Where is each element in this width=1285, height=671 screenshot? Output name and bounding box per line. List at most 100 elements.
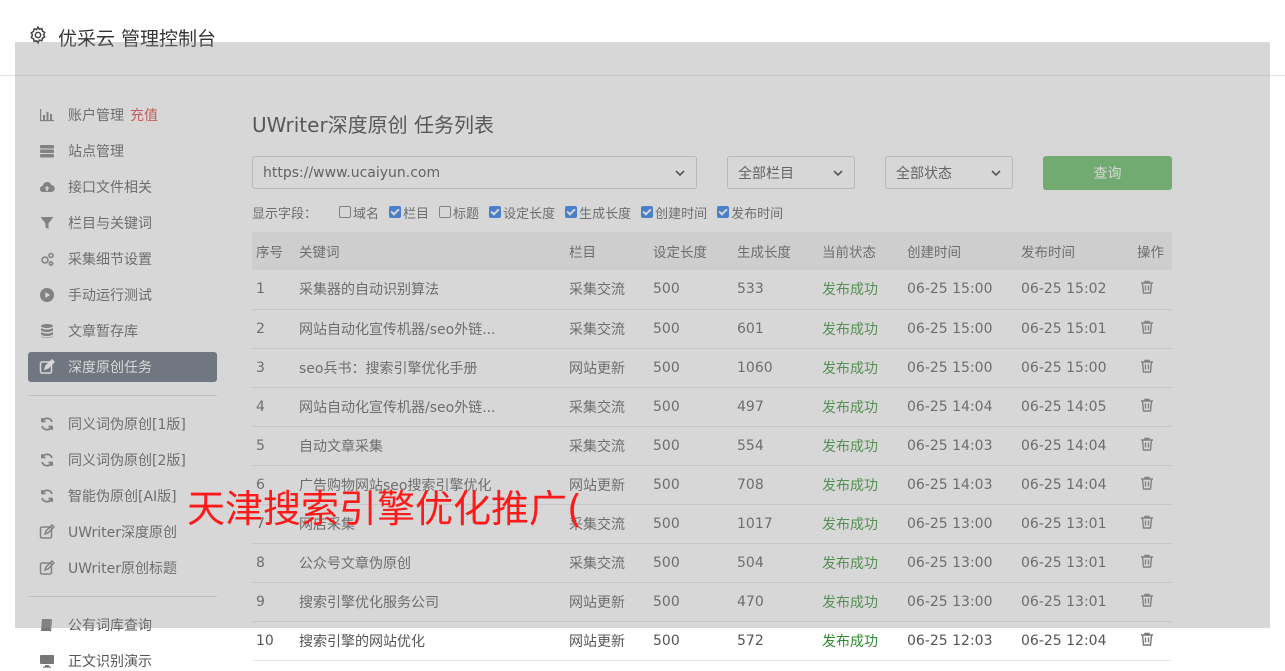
table-cell-published: 06-25 13:01 xyxy=(1021,515,1107,532)
table-cell-column: 采集交流 xyxy=(569,438,625,455)
app-title: 优采云 管理控制台 xyxy=(58,28,217,50)
recharge-link[interactable]: 充值 xyxy=(130,105,158,125)
status-select-value: 全部状态 xyxy=(896,165,952,182)
table-cell-status: 发布成功 xyxy=(822,360,878,377)
column-header: 发布时间 xyxy=(1021,245,1075,261)
checkbox[interactable] xyxy=(641,206,654,218)
checkbox[interactable] xyxy=(717,206,730,218)
sidebar-item-collect-settings[interactable]: 采集细节设置 xyxy=(28,244,217,274)
sidebar-item-text-recognition[interactable]: 正文识别演示 xyxy=(28,646,217,671)
table-cell-gen: 601 xyxy=(737,320,764,337)
sidebar-item-columns-keywords[interactable]: 栏目与关键词 xyxy=(28,208,217,238)
sidebar-item-public-lexicon[interactable]: 公有词库查询 xyxy=(28,610,217,640)
field-checkbox-created[interactable]: 创建时间 xyxy=(641,203,707,222)
table-cell-set: 500 xyxy=(653,437,680,454)
checkbox[interactable] xyxy=(489,206,502,218)
table-cell-published: 06-25 14:04 xyxy=(1021,476,1107,493)
table-cell-gen: 470 xyxy=(737,593,764,610)
status-select[interactable]: 全部状态 xyxy=(885,156,1013,189)
sidebar-item-synonym-v1[interactable]: 同义词伪原创[1版] xyxy=(28,409,217,439)
checkbox[interactable] xyxy=(439,206,452,218)
checkbox[interactable] xyxy=(339,206,352,218)
field-checkbox-column[interactable]: 栏目 xyxy=(389,203,429,222)
trash-icon[interactable] xyxy=(1139,397,1155,413)
table-row: 3 seo兵书：搜索引擎优化手册 网站更新 500 1060 发布成功 06-25 15:0… xyxy=(252,348,1172,387)
trash-icon[interactable] xyxy=(1139,553,1155,569)
sidebar-item-label: 栏目与关键词 xyxy=(68,216,152,232)
field-checkbox-gen-length[interactable]: 生成长度 xyxy=(565,203,631,222)
checkbox[interactable] xyxy=(565,206,578,218)
sidebar-item-label: 正文识别演示 xyxy=(68,654,152,670)
table-cell-column: 网站更新 xyxy=(569,360,625,377)
database-icon xyxy=(38,322,56,340)
sidebar-item-article-storage[interactable]: 文章暂存库 xyxy=(28,316,217,346)
table-cell-gen: 1060 xyxy=(737,359,773,376)
checkbox-label: 栏目 xyxy=(403,206,430,222)
book-icon xyxy=(38,616,56,634)
site-select[interactable]: https://www.ucaiyun.com xyxy=(252,156,697,189)
field-checkbox-set-length[interactable]: 设定长度 xyxy=(489,203,555,222)
table-cell-keyword: 搜索引擎优化服务公司 xyxy=(299,594,439,611)
sidebar-item-sites[interactable]: 站点管理 xyxy=(28,136,217,166)
sidebar-item-synonym-v2[interactable]: 同义词伪原创[2版] xyxy=(28,445,217,475)
table-cell-column: 采集交流 xyxy=(569,282,625,299)
table-cell-status: 发布成功 xyxy=(822,438,878,455)
table-cell-created: 06-25 15:00 xyxy=(907,359,993,376)
sidebar-item-uwriter-title[interactable]: UWriter原创标题 xyxy=(28,553,217,583)
table-cell-created: 06-25 14:03 xyxy=(907,476,993,493)
sidebar-item-label: 深度原创任务 xyxy=(68,360,152,376)
bar-chart-icon xyxy=(38,106,56,124)
sidebar-item-interface-files[interactable]: 接口文件相关 xyxy=(28,172,217,202)
table-cell-no: 2 xyxy=(256,320,265,337)
sidebar: 账户管理 充值 站点管理 接口文件相关 栏目与关键词 采集细节设置 手动运行测试… xyxy=(0,77,236,671)
trash-icon[interactable] xyxy=(1139,279,1155,295)
trash-icon[interactable] xyxy=(1139,514,1155,530)
query-button[interactable]: 查询 xyxy=(1043,156,1172,190)
display-fields: 显示字段： 域名 栏目 标题 设定长度 生成长度 创建时间 发布时间 xyxy=(252,202,793,222)
field-checkbox-title[interactable]: 标题 xyxy=(439,203,479,222)
trash-icon[interactable] xyxy=(1139,631,1155,647)
table-cell-status: 发布成功 xyxy=(822,594,878,611)
table-cell-gen: 1017 xyxy=(737,515,773,532)
checkbox[interactable] xyxy=(389,206,402,218)
edit-icon xyxy=(38,559,56,577)
table-row: 5 自动文章采集 采集交流 500 554 发布成功 06-25 14:03 06-25 14… xyxy=(252,426,1172,465)
refresh-icon xyxy=(38,451,56,469)
field-checkbox-domain[interactable]: 域名 xyxy=(339,203,379,222)
table-cell-keyword: 采集器的自动识别算法 xyxy=(299,282,439,299)
field-checkbox-published[interactable]: 发布时间 xyxy=(717,203,783,222)
sidebar-item-account[interactable]: 账户管理 充值 xyxy=(28,100,217,130)
gears-icon xyxy=(38,250,56,268)
page-title: UWriter深度原创 任务列表 xyxy=(252,113,495,137)
table-cell-created: 06-25 13:00 xyxy=(907,593,993,610)
trash-icon[interactable] xyxy=(1139,436,1155,452)
edit-icon xyxy=(38,523,56,541)
sidebar-item-deep-original-tasks[interactable]: 深度原创任务 xyxy=(28,352,217,382)
table-row: 1 采集器的自动识别算法 采集交流 500 533 发布成功 06-25 15:00 06-2… xyxy=(252,270,1172,309)
table-cell-created: 06-25 14:03 xyxy=(907,437,993,454)
trash-icon[interactable] xyxy=(1139,358,1155,374)
column-header: 设定长度 xyxy=(653,245,707,261)
sidebar-item-manual-test[interactable]: 手动运行测试 xyxy=(28,280,217,310)
column-header: 创建时间 xyxy=(907,245,961,261)
trash-icon[interactable] xyxy=(1139,319,1155,335)
table-cell-gen: 554 xyxy=(737,437,764,454)
refresh-icon xyxy=(38,415,56,433)
table-cell-actions xyxy=(1137,270,1172,309)
table-row: 9 搜索引擎优化服务公司 网站更新 500 470 发布成功 06-25 13:00 06-2… xyxy=(252,582,1172,621)
chevron-down-icon xyxy=(991,170,1001,177)
cloud-upload-icon xyxy=(38,178,56,196)
table-cell-set: 500 xyxy=(653,320,680,337)
table-cell-set: 500 xyxy=(653,554,680,571)
column-select[interactable]: 全部栏目 xyxy=(727,156,855,189)
sidebar-item-label: 站点管理 xyxy=(68,144,124,160)
trash-icon[interactable] xyxy=(1139,592,1155,608)
checkbox-label: 创建时间 xyxy=(655,206,708,222)
table-cell-status: 发布成功 xyxy=(822,516,878,533)
table-cell-status: 发布成功 xyxy=(822,282,878,299)
table-row: 8 公众号文章伪原创 采集交流 500 504 发布成功 06-25 13:00 06-25 … xyxy=(252,543,1172,582)
sidebar-item-label: 接口文件相关 xyxy=(68,180,152,196)
checkbox-label: 设定长度 xyxy=(503,206,556,222)
play-circle-icon xyxy=(38,286,56,304)
trash-icon[interactable] xyxy=(1139,475,1155,491)
